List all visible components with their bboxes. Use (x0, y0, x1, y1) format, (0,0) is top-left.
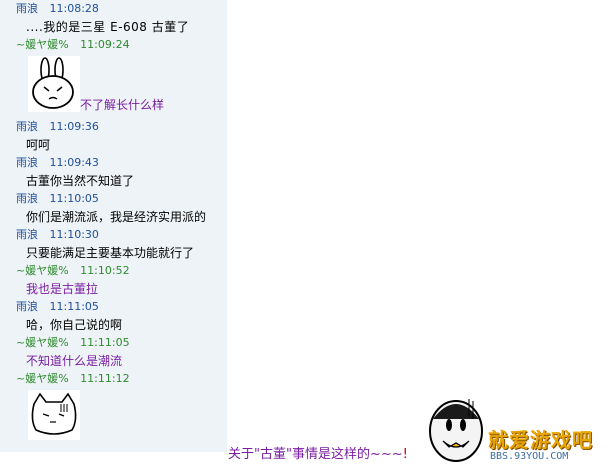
message-text: 呵呵 (26, 138, 51, 152)
watermark-title: 就爱游戏吧 (488, 428, 593, 452)
sender-name: ~媛ヤ媛% (16, 336, 69, 349)
chat-message: ~媛ヤ媛% 11:11:05 不知道什么是潮流 (0, 334, 227, 370)
bottom-caption: 关于"古董"事情是这样的~~~! (228, 443, 408, 462)
sticker-message (0, 388, 227, 452)
message-header: 雨浪 11:09:36 (0, 118, 227, 136)
message-time: 11:11:12 (80, 372, 130, 385)
chat-message: 雨浪 11:11:05 哈，你自己说的啊 (0, 298, 227, 334)
message-time: 11:08:28 (49, 2, 99, 15)
message-header: ~媛ヤ媛% 11:11:05 (0, 334, 227, 352)
message-text: 不知道什么是潮流 (26, 354, 123, 368)
sticker-message: 不了解长什么样 (0, 54, 227, 118)
message-text: 哈，你自己说的啊 (26, 318, 123, 332)
message-header: ~媛ヤ媛% 11:11:12 (0, 370, 227, 388)
cat-sticker (28, 390, 80, 440)
chat-message: ~媛ヤ媛% 11:09:24 不了解长什么样 (0, 36, 227, 118)
message-text: 古董你当然不知道了 (26, 174, 135, 188)
message-time: 11:10:30 (49, 228, 99, 241)
caption-text: 关于"古董"事情是这样的~~~ (228, 447, 403, 462)
site-watermark: 就爱游戏吧 BBS.93YOU.COM (488, 424, 610, 464)
message-header: ~媛ヤ媛% 11:10:52 (0, 262, 227, 280)
sender-name: 雨浪 (16, 156, 38, 169)
sender-name: ~媛ヤ媛% (16, 38, 69, 51)
message-header: 雨浪 11:10:05 (0, 190, 227, 208)
message-text: ....我的是三星 E-608 古董了 (26, 20, 190, 34)
message-time: 11:11:05 (49, 300, 99, 313)
chat-message: 雨浪 11:09:43 古董你当然不知道了 (0, 154, 227, 190)
message-time: 11:09:36 (49, 120, 99, 133)
chat-message: 雨浪 11:10:05 你们是潮流派，我是经济实用派的 (0, 190, 227, 226)
message-header: 雨浪 11:08:28 (0, 0, 227, 18)
penguin-sticker (429, 399, 483, 462)
message-time: 11:09:24 (80, 38, 130, 51)
message-header: 雨浪 11:10:30 (0, 226, 227, 244)
message-header: 雨浪 11:11:05 (0, 298, 227, 316)
chat-message: 雨浪 11:10:30 只要能满足主要基本功能就行了 (0, 226, 227, 262)
message-time: 11:11:05 (80, 336, 130, 349)
caption-exclamation: ! (402, 447, 408, 462)
sender-name: ~媛ヤ媛% (16, 264, 69, 277)
sender-name: 雨浪 (16, 192, 38, 205)
message-time: 11:09:43 (49, 156, 99, 169)
sender-name: 雨浪 (16, 2, 38, 15)
sender-name: ~媛ヤ媛% (16, 372, 69, 385)
rabbit-sticker (28, 56, 80, 112)
message-text: 我也是古董拉 (26, 282, 99, 296)
chat-message: 雨浪 11:08:28 ....我的是三星 E-608 古董了 (0, 0, 227, 36)
sender-name: 雨浪 (16, 300, 38, 313)
message-header: ~媛ヤ媛% 11:09:24 (0, 36, 227, 54)
chat-message: ~媛ヤ媛% 11:10:52 我也是古董拉 (0, 262, 227, 298)
sticker-caption: 不了解长什么样 (80, 98, 165, 112)
message-header: 雨浪 11:09:43 (0, 154, 227, 172)
message-text: 你们是潮流派，我是经济实用派的 (26, 210, 207, 224)
chat-message: 雨浪 11:09:36 呵呵 (0, 118, 227, 154)
sender-name: 雨浪 (16, 228, 38, 241)
sender-name: 雨浪 (16, 120, 38, 133)
message-text: 只要能满足主要基本功能就行了 (26, 246, 195, 260)
chat-log: 雨浪 11:08:28 ....我的是三星 E-608 古董了 ~媛ヤ媛% 11… (0, 0, 227, 452)
message-time: 11:10:05 (49, 192, 99, 205)
message-time: 11:10:52 (80, 264, 130, 277)
chat-message: ~媛ヤ媛% 11:11:12 (0, 370, 227, 452)
